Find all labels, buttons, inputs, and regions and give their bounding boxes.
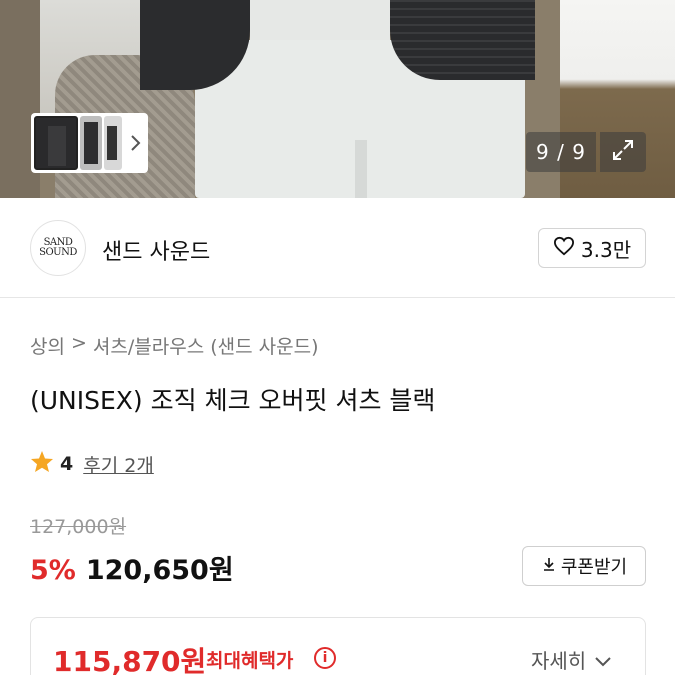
reviews-link[interactable]: 후기 2개 [83,451,154,478]
product-title: (UNISEX) 조직 체크 오버핏 셔츠 블랙 [30,386,436,415]
rating: 4 후기 2개 [30,450,154,478]
thumbnail-1[interactable] [34,116,78,170]
discount-rate: 5% [30,555,76,586]
breadcrumb-item[interactable]: 상의 [30,332,65,359]
detail-label: 자세히 [531,649,587,673]
brand-logo-line2: SOUND [39,247,77,258]
brand-logo[interactable]: SAND SOUND [30,220,86,276]
image-shirt [250,0,390,40]
breadcrumb-item[interactable]: 셔츠/블라우스 (샌드 사운드) [93,332,319,359]
benefit-label: 최대혜택가 [206,650,294,672]
thumbnail-strip [31,113,148,173]
chevron-down-icon [594,648,612,672]
breadcrumb: 상의 > 셔츠/블라우스 (샌드 사운드) [30,332,318,359]
coupon-button[interactable]: 쿠폰받기 [522,546,646,586]
image-shirt [390,0,535,80]
chevron-right-icon[interactable] [124,116,146,170]
expand-icon [610,137,636,167]
original-price: 127,000원 [30,516,127,538]
brand-name[interactable]: 샌드 사운드 [102,234,210,266]
detail-toggle[interactable]: 자세히 [531,645,612,674]
image-pants-crease [355,140,367,198]
rating-score: 4 [60,453,74,475]
info-icon[interactable]: i [314,647,336,669]
thumbnail-2[interactable] [80,116,102,170]
max-benefit-box[interactable]: 115,870원 최대혜택가 i 자세히 [30,617,646,675]
brand-row: SAND SOUND 샌드 사운드 3.3만 [0,198,675,298]
thumbnail-3[interactable] [104,116,122,170]
like-button[interactable]: 3.3만 [538,228,646,268]
download-icon [541,556,557,577]
star-icon [30,450,54,478]
like-count: 3.3만 [580,237,632,262]
expand-button[interactable] [600,132,646,172]
coupon-label: 쿠폰받기 [560,557,628,578]
heart-icon [553,236,575,261]
sale-price: 120,650원 [85,555,234,586]
benefit-price: 115,870원 [53,645,207,675]
product-image[interactable]: 9 / 9 [0,0,675,198]
breadcrumb-separator: > [70,332,87,354]
price-row: 5% 120,650원 [30,548,234,587]
image-counter: 9 / 9 [526,132,596,172]
